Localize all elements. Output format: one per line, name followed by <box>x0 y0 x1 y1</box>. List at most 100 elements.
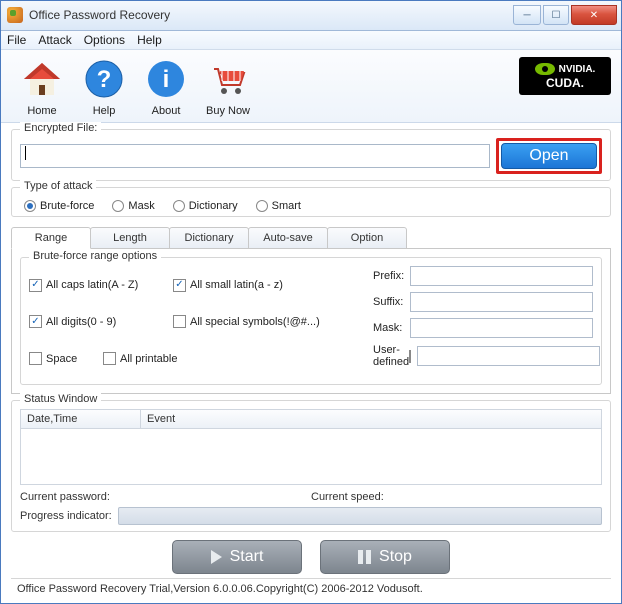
about-icon: i <box>142 55 190 103</box>
radio-smart-label: Smart <box>272 200 301 212</box>
close-button[interactable]: ✕ <box>571 5 617 25</box>
toolbar-help[interactable]: ? Help <box>73 55 135 117</box>
start-button-label: Start <box>230 548 264 566</box>
check-space-label: Space <box>46 353 77 365</box>
userdef-input[interactable] <box>417 346 600 366</box>
play-icon <box>211 550 222 564</box>
toolbar-home-label: Home <box>11 105 73 117</box>
minimize-button[interactable]: ─ <box>513 5 541 25</box>
radio-smart[interactable]: Smart <box>256 200 301 212</box>
svg-text:?: ? <box>97 66 112 93</box>
attack-type-group: Type of attack Brute-force Mask Dictiona… <box>11 187 611 217</box>
radio-dictionary-label: Dictionary <box>189 200 238 212</box>
toolbar-buynow[interactable]: Buy Now <box>197 55 259 117</box>
range-options-group: Brute-force range options ✓All caps lati… <box>20 257 602 385</box>
mask-input[interactable] <box>410 318 593 338</box>
open-button-highlight: Open <box>496 138 602 174</box>
radio-mask[interactable]: Mask <box>112 200 154 212</box>
tab-option[interactable]: Option <box>327 227 407 249</box>
stop-button[interactable]: Stop <box>320 540 450 574</box>
home-icon <box>18 55 66 103</box>
checkbox-icon <box>29 352 42 365</box>
tab-autosave[interactable]: Auto-save <box>248 227 328 249</box>
current-speed-label: Current speed: <box>311 491 602 503</box>
window-title: Office Password Recovery <box>29 8 511 22</box>
check-symbols[interactable]: All special symbols(!@#...) <box>173 307 320 338</box>
checkbox-icon <box>103 352 116 365</box>
svg-text:i: i <box>163 66 170 93</box>
userdef-checkbox[interactable] <box>409 350 411 363</box>
encrypted-file-group: Encrypted File: Open <box>11 129 611 181</box>
radio-mask-label: Mask <box>128 200 154 212</box>
radio-dictionary[interactable]: Dictionary <box>173 200 238 212</box>
toolbar: Home ? Help i About Buy Now NVIDIA. CU <box>1 50 621 123</box>
checkbox-icon: ✓ <box>173 279 186 292</box>
suffix-label: Suffix: <box>373 296 410 308</box>
radio-icon <box>173 200 185 212</box>
check-digits-label: All digits(0 - 9) <box>46 316 116 328</box>
check-printable-label: All printable <box>120 353 177 365</box>
mask-label: Mask: <box>373 322 410 334</box>
check-small[interactable]: ✓ All small latin(a - z) <box>173 270 303 301</box>
toolbar-buynow-label: Buy Now <box>197 105 259 117</box>
nvidia-eye-icon <box>535 63 555 75</box>
status-window-legend: Status Window <box>20 393 101 405</box>
nvidia-label: NVIDIA. <box>559 64 596 75</box>
check-space[interactable]: Space <box>29 343 89 374</box>
radio-icon <box>112 200 124 212</box>
status-bar: Office Password Recovery Trial,Version 6… <box>11 578 611 595</box>
progress-bar <box>118 507 602 525</box>
menu-bar: File Attack Options Help <box>1 31 621 51</box>
prefix-label: Prefix: <box>373 270 410 282</box>
toolbar-help-label: Help <box>73 105 135 117</box>
userdef-label: User-defined <box>373 344 409 368</box>
title-bar[interactable]: Office Password Recovery ─ ☐ ✕ <box>1 1 621 31</box>
encrypted-file-legend: Encrypted File: <box>20 122 101 134</box>
checkbox-icon: ✓ <box>29 315 42 328</box>
col-datetime[interactable]: Date,Time <box>21 410 141 428</box>
tab-range[interactable]: Range <box>11 227 91 249</box>
check-caps[interactable]: ✓ All caps latin(A - Z) <box>29 270 159 301</box>
tab-body: Brute-force range options ✓ All caps lati… <box>11 248 611 394</box>
options-tabs: Range Length Dictionary Auto-save Option <box>11 227 611 249</box>
open-button[interactable]: Open <box>501 143 597 169</box>
radio-bruteforce[interactable]: Brute-force <box>24 200 94 212</box>
help-icon: ? <box>80 55 128 103</box>
start-button[interactable]: Start <box>172 540 302 574</box>
pause-icon <box>358 550 371 564</box>
col-event[interactable]: Event <box>141 410 601 428</box>
encrypted-file-input[interactable] <box>20 144 490 168</box>
range-options-legend: Brute-force range options <box>29 250 161 262</box>
progress-label: Progress indicator: <box>20 510 112 522</box>
tab-length[interactable]: Length <box>90 227 170 249</box>
check-symbols-label: All special symbols(!@#...) <box>190 316 320 328</box>
current-password-label: Current password: <box>20 491 311 503</box>
maximize-button[interactable]: ☐ <box>543 5 569 25</box>
menu-attack[interactable]: Attack <box>38 33 71 47</box>
toolbar-home[interactable]: Home <box>11 55 73 117</box>
nvidia-cuda-badge: NVIDIA. CUDA. <box>519 57 611 95</box>
radio-icon <box>24 200 36 212</box>
toolbar-about[interactable]: i About <box>135 55 197 117</box>
radio-bruteforce-label: Brute-force <box>40 200 94 212</box>
attack-type-legend: Type of attack <box>20 180 96 192</box>
suffix-input[interactable] <box>410 292 593 312</box>
menu-help[interactable]: Help <box>137 33 162 47</box>
stop-button-label: Stop <box>379 548 412 566</box>
app-icon <box>7 7 23 23</box>
checkbox-icon: ✓ <box>29 279 42 292</box>
check-caps-label: All caps latin(A - Z) <box>46 279 138 291</box>
menu-file[interactable]: File <box>7 33 26 47</box>
cart-icon <box>204 55 252 103</box>
check-digits[interactable]: ✓ All digits(0 - 9) <box>29 307 159 338</box>
check-small-label: All small latin(a - z) <box>190 279 283 291</box>
tab-dictionary[interactable]: Dictionary <box>169 227 249 249</box>
status-table[interactable]: Date,Time Event <box>20 409 602 485</box>
status-window-group: Status Window Date,Time Event Current pa… <box>11 400 611 532</box>
radio-icon <box>256 200 268 212</box>
check-printable[interactable]: All printable <box>103 343 233 374</box>
checkbox-icon <box>173 315 186 328</box>
prefix-input[interactable] <box>410 266 593 286</box>
cuda-label: CUDA. <box>546 76 584 90</box>
menu-options[interactable]: Options <box>84 33 125 47</box>
